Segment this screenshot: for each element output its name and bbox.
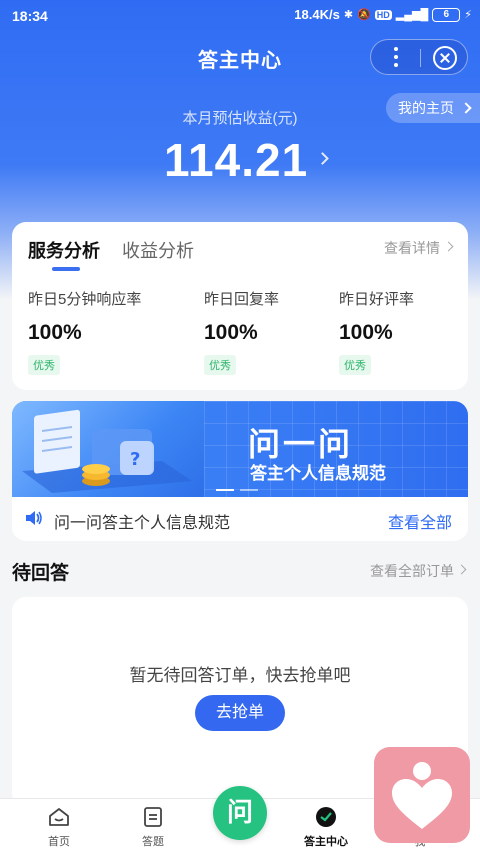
empty-state-text: 暂无待回答订单，快去抢单吧 [129, 666, 351, 685]
floating-heart-widget[interactable] [374, 747, 470, 843]
banner-illustration: ? [12, 401, 204, 497]
mini-program-capsule [370, 39, 468, 75]
hd-icon: HD [374, 9, 392, 20]
metric-value: 100% [204, 321, 258, 344]
battery-icon: 6 [432, 7, 461, 22]
status-badge: 优秀 [28, 355, 60, 375]
metric-label: 昨日5分钟响应率 [28, 291, 142, 308]
tab-service-analysis[interactable]: 服务分析 [28, 237, 100, 263]
view-details-link[interactable]: 查看详情 [384, 238, 440, 258]
tab-earnings-analysis[interactable]: 收益分析 [122, 237, 194, 263]
service-analysis-card: 服务分析 收益分析 查看详情 昨日5分钟响应率 100% 优秀 昨日回复率 10… [12, 222, 468, 390]
nav-label: 答题 [142, 836, 164, 848]
title-bar: 答主中心 [0, 36, 480, 78]
more-menu-icon[interactable] [389, 43, 403, 73]
metric-value: 100% [28, 321, 82, 344]
speaker-icon [26, 511, 42, 525]
carousel-dots [216, 489, 258, 491]
chevron-right-icon [456, 564, 467, 575]
status-badge: 优秀 [339, 355, 371, 375]
grab-order-button[interactable]: 去抢单 [195, 695, 285, 731]
metric-value: 100% [339, 321, 393, 344]
pending-section-title: 待回答 [12, 563, 70, 584]
earnings-value[interactable]: 114.21 [164, 133, 308, 187]
earnings-label: 本月预估收益(元) [182, 110, 298, 127]
bluetooth-icon: ✱ [343, 9, 354, 21]
metric-positive-rate: 昨日好评率 100% 优秀 [339, 288, 414, 375]
view-all-orders-link[interactable]: 查看全部订单 [370, 561, 454, 581]
status-time: 18:34 [12, 8, 48, 24]
document-coins-illustration: ? [22, 409, 192, 493]
chevron-right-icon [443, 241, 454, 252]
metric-response-rate: 昨日5分钟响应率 100% 优秀 [28, 288, 141, 375]
capsule-divider [420, 49, 421, 67]
svg-text:?: ? [130, 449, 140, 470]
notice-row[interactable]: 问一问答主个人信息规范 查看全部 [12, 497, 468, 541]
charging-icon: ⚡ [464, 9, 472, 21]
network-speed: 18.4K/s [294, 7, 340, 22]
active-tab-indicator [52, 267, 80, 271]
nav-item-answer[interactable]: 答题 [113, 805, 193, 849]
nav-item-home[interactable]: 首页 [19, 805, 99, 849]
answerer-center-icon [316, 807, 336, 827]
announcement-card: ? 问一问 答主个人信息规范 问一问答主个人信息规范 查看全部 [12, 401, 468, 541]
view-all-link[interactable]: 查看全部 [388, 509, 452, 533]
home-icon [49, 808, 69, 826]
metric-label: 昨日好评率 [339, 291, 415, 308]
banner-subtitle: 答主个人信息规范 [250, 464, 386, 483]
metric-reply-rate: 昨日回复率 100% 优秀 [204, 288, 279, 375]
nav-item-answerer-center[interactable]: 答主中心 [286, 805, 366, 849]
mute-icon: 🔕 [357, 9, 371, 21]
heart-person-icon [392, 762, 452, 829]
status-bar: 18:34 18.4K/s ✱ 🔕 HD ▂▄▆█ 6 ⚡ [0, 0, 480, 32]
signal-icon: ▂▄▆█ [395, 9, 429, 21]
status-badge: 优秀 [204, 355, 236, 375]
metric-label: 昨日回复率 [204, 291, 280, 308]
notice-text: 问一问答主个人信息规范 [54, 515, 231, 532]
ask-center-button[interactable]: 问 [213, 786, 267, 840]
nav-label: 首页 [48, 836, 70, 848]
promo-banner[interactable]: ? 问一问 答主个人信息规范 [12, 401, 468, 497]
nav-label: 答主中心 [304, 836, 348, 848]
document-icon [144, 807, 162, 827]
close-icon[interactable] [433, 46, 457, 70]
